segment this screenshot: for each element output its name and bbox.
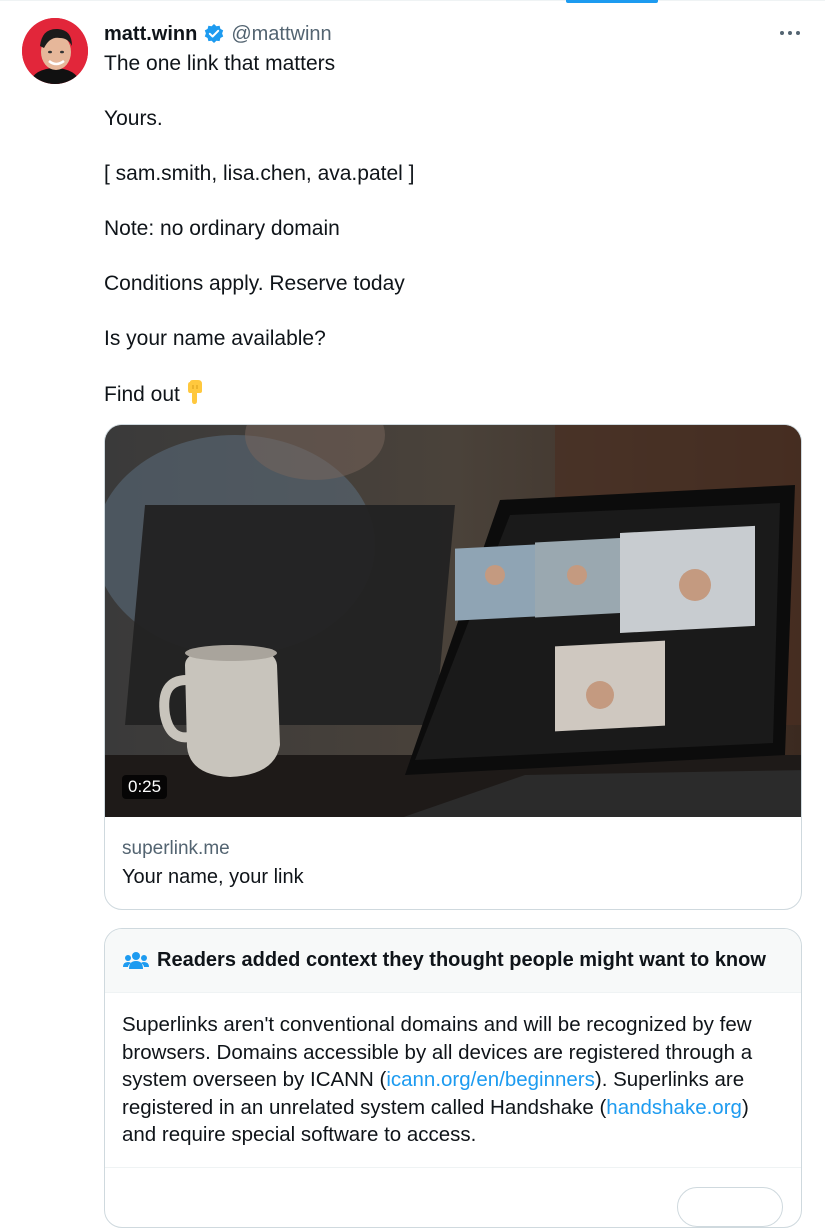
card-title[interactable]: Your name, your link <box>122 862 304 892</box>
tweet-line: [ sam.smith, lisa.chen, ava.patel ] <box>104 162 415 185</box>
card-domain[interactable]: superlink.me <box>122 835 304 862</box>
video-player[interactable]: 0:25 <box>105 425 801 817</box>
verified-badge-icon <box>203 23 225 45</box>
tweet-line-final: Find out <box>104 380 794 412</box>
note-divider <box>105 1167 801 1168</box>
rate-note-button[interactable] <box>677 1187 783 1227</box>
icann-link[interactable]: icann.org/en/beginners <box>386 1068 595 1091</box>
video-duration: 0:25 <box>122 775 168 799</box>
display-name[interactable]: matt.winn <box>104 23 197 46</box>
tweet-line: Conditions apply. Reserve today <box>104 272 405 295</box>
avatar[interactable] <box>22 18 88 84</box>
pointing-down-emoji <box>184 380 206 412</box>
tweet-line: Note: no ordinary domain <box>104 217 340 240</box>
more-horizontal-icon <box>780 31 784 35</box>
community-note-body: Superlinks aren't conventional domains a… <box>122 1013 753 1146</box>
tweet-line: Find out <box>104 383 180 406</box>
people-icon <box>123 950 149 972</box>
handshake-link[interactable]: handshake.org <box>606 1096 742 1119</box>
more-options-button[interactable] <box>770 18 810 48</box>
active-tab-indicator <box>566 0 658 3</box>
tweet-header: matt.winn @mattwinn <box>104 20 332 48</box>
link-card[interactable]: 0:25 superlink.me Your name, your link <box>104 424 802 910</box>
tweet-text: The one link that matters Yours. [ sam.s… <box>104 50 794 412</box>
tweet-line: The one link that matters <box>104 52 336 75</box>
tweet-line: Is your name available? <box>104 327 326 350</box>
community-note-header: Readers added context they thought peopl… <box>105 929 801 993</box>
card-meta: superlink.me Your name, your link <box>122 835 304 892</box>
video-thumbnail <box>105 425 801 817</box>
tweet-line: Yours. <box>104 107 163 130</box>
community-note: Readers added context they thought peopl… <box>104 928 802 1228</box>
community-note-heading: Readers added context they thought peopl… <box>157 949 766 971</box>
timeline-divider <box>0 0 825 3</box>
user-handle[interactable]: @mattwinn <box>231 23 331 46</box>
